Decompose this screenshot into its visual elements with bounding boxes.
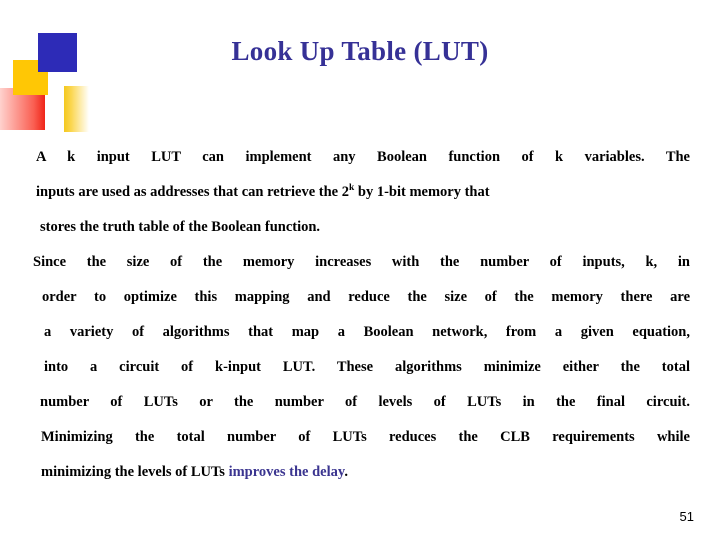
body-line-2-post: by 1-bit memory that	[354, 184, 490, 200]
body-line-6: a variety of algorithms that map a Boole…	[44, 324, 690, 340]
body-line-7: into a circuit of k-input LUT. These alg…	[44, 359, 690, 375]
page-number: 51	[679, 509, 694, 524]
body-line-2: inputs are used as addresses that can re…	[0, 175, 720, 210]
yellow-gradient-rect-icon	[64, 86, 89, 132]
body-line-9: Minimizing the total number of LUTs redu…	[41, 429, 690, 445]
page-title: Look Up Table (LUT)	[231, 36, 489, 66]
body-text-block: A k input LUT can implement any Boolean …	[0, 140, 720, 490]
body-line-10: minimizing the levels of LUTs improves t…	[0, 455, 720, 490]
body-line-1: A k input LUT can implement any Boolean …	[36, 149, 690, 165]
body-line-3: stores the truth table of the Boolean fu…	[40, 219, 321, 235]
body-line-10-pre: minimizing the levels of LUTs	[41, 464, 229, 480]
body-line-10-accent: improves the delay	[228, 464, 345, 480]
body-line-10-post: .	[344, 464, 348, 480]
body-line-8: number of LUTs or the number of levels o…	[40, 394, 690, 410]
body-line-4: Since the size of the memory increases w…	[33, 254, 690, 270]
slide-canvas: Look Up Table (LUT) A k input LUT can im…	[0, 0, 720, 540]
body-line-2-pre: inputs are used as addresses that can re…	[36, 184, 349, 200]
body-line-5: order to optimize this mapping and reduc…	[42, 289, 690, 305]
